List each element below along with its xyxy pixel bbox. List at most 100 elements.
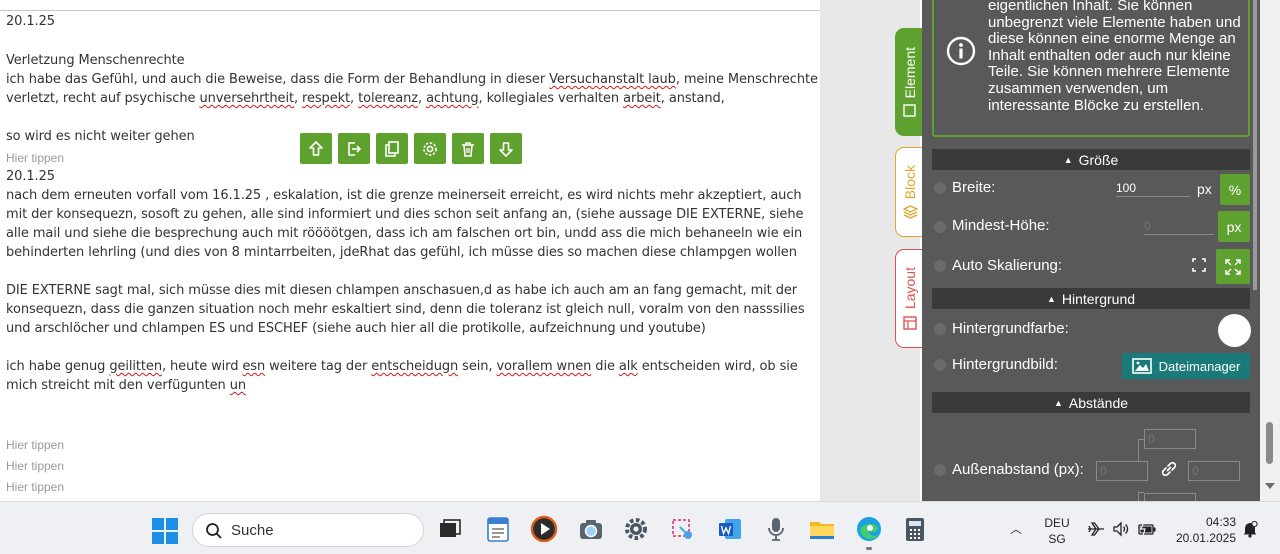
notification-bell-icon[interactable]: [1242, 520, 1258, 538]
snipping-tool-icon[interactable]: [668, 515, 696, 543]
text-line[interactable]: behinderten lehrling (und dies von 8 min…: [6, 245, 797, 260]
margin-right-input[interactable]: [1188, 461, 1240, 481]
bg-color-label: Hintergrundfarbe:: [952, 320, 1069, 337]
editor-canvas[interactable]: 20.1.25 Verletzung Menschenrechte ich ha…: [0, 0, 820, 501]
text-span: verletzt, recht auf psychische: [6, 91, 200, 106]
tray-chevron-up-icon[interactable]: ︿: [1010, 520, 1022, 537]
width-input[interactable]: [1116, 179, 1190, 197]
text-line-date[interactable]: 20.1.25: [6, 14, 55, 29]
caret-up-icon: ▲: [1053, 397, 1063, 408]
text-line[interactable]: und arschlöcher und chlampen ES und ESCH…: [6, 321, 706, 336]
section-background-header[interactable]: ▲ Hintergrund: [932, 288, 1250, 309]
type-here-placeholder[interactable]: Hier tippen: [6, 438, 64, 452]
misspelled-word[interactable]: esn: [242, 359, 265, 374]
layout-icon: [903, 315, 917, 330]
link-icon[interactable]: [1160, 460, 1178, 478]
active-app-indicator: [866, 547, 872, 550]
margin-top-input[interactable]: [1144, 429, 1196, 449]
misspelled-word[interactable]: Versuchanstalt laub: [549, 72, 676, 87]
notepad-app-icon[interactable]: [484, 515, 512, 543]
arrow-down-icon: [499, 141, 513, 157]
misspelled-word[interactable]: geilitten: [109, 359, 162, 374]
help-icon[interactable]: [934, 464, 946, 476]
windows-start-icon[interactable]: [152, 518, 178, 544]
text-line[interactable]: mich streicht mit den verfügunten un: [6, 378, 246, 393]
battery-icon[interactable]: [1138, 521, 1156, 537]
px-unit-button[interactable]: px: [1218, 211, 1250, 242]
text-line[interactable]: mit der konsequezn, sosoft zu gehen, all…: [6, 207, 803, 222]
tab-block[interactable]: Block: [895, 147, 924, 237]
system-clock[interactable]: 04:33 20.01.2025: [1170, 514, 1236, 546]
camera-app-icon[interactable]: [577, 515, 605, 543]
bg-color-swatch[interactable]: [1218, 314, 1251, 347]
text-line-date[interactable]: 20.1.25: [6, 169, 55, 184]
misspelled-word[interactable]: respekt: [302, 91, 350, 106]
text-line[interactable]: DIE EXTERNE sagt mal, sich müsse dies mi…: [6, 283, 797, 298]
margin-bottom-input[interactable]: [1144, 493, 1196, 501]
type-here-placeholder[interactable]: Hier tippen: [6, 459, 64, 473]
move-up-button[interactable]: [300, 133, 332, 164]
misspelled-word[interactable]: unversehrtheit: [199, 91, 294, 106]
taskbar-search[interactable]: Suche: [192, 513, 424, 547]
edge-browser-icon[interactable]: [855, 515, 883, 543]
text-line-heading[interactable]: Verletzung Menschenrechte: [6, 53, 185, 68]
delete-block-button[interactable]: [452, 133, 484, 164]
misspelled-word[interactable]: vorallem wnen: [496, 359, 591, 374]
shrink-icon[interactable]: [1192, 258, 1206, 272]
airplane-mode-icon[interactable]: [1087, 521, 1105, 537]
help-icon[interactable]: [934, 221, 946, 233]
media-player-icon[interactable]: [530, 515, 558, 543]
margin-left-input[interactable]: [1096, 461, 1148, 481]
duplicate-block-button[interactable]: [376, 133, 408, 164]
task-view-icon[interactable]: [436, 515, 464, 543]
clock-date: 20.01.2025: [1175, 531, 1236, 545]
tab-layout[interactable]: Layout: [895, 249, 924, 348]
section-size-header[interactable]: ▲ Größe: [932, 149, 1250, 170]
help-icon[interactable]: [934, 182, 946, 194]
text-line[interactable]: ich habe das Gefühl, und auch die Beweis…: [6, 72, 818, 87]
misspelled-word[interactable]: achtung: [426, 91, 479, 106]
block-settings-button[interactable]: [414, 133, 446, 164]
help-icon[interactable]: [934, 323, 946, 335]
section-spacing-header[interactable]: ▲ Abstände: [932, 392, 1250, 413]
text-line[interactable]: nach dem erneuten vorfall vom 16.1.25 , …: [6, 188, 802, 203]
help-icon[interactable]: [934, 260, 946, 272]
calculator-app-icon[interactable]: [901, 515, 929, 543]
tab-element[interactable]: Element: [895, 28, 924, 136]
type-here-placeholder[interactable]: Hier tippen: [6, 151, 64, 165]
scrollbar-thumb[interactable]: [1266, 422, 1273, 464]
text-span: weitere tag der: [265, 359, 372, 374]
min-height-input[interactable]: [1144, 217, 1214, 235]
arrow-up-icon: [309, 140, 323, 156]
misspelled-word[interactable]: un: [230, 378, 246, 393]
section-size-label: Größe: [1078, 151, 1119, 168]
settings-app-icon[interactable]: [622, 515, 650, 543]
text-line[interactable]: ich habe genug geilitten, heute wird esn…: [6, 359, 798, 374]
language-indicator[interactable]: DEU SG: [1044, 515, 1070, 547]
volume-icon[interactable]: [1112, 521, 1130, 537]
misspelled-word[interactable]: alk: [619, 359, 638, 374]
language-code: DEU: [1044, 516, 1070, 530]
help-icon[interactable]: [934, 359, 946, 371]
text-line[interactable]: alle mail und siehe die besprechung auch…: [6, 226, 802, 241]
type-here-placeholder[interactable]: Hier tippen: [6, 480, 64, 494]
percent-unit-button[interactable]: %: [1220, 174, 1250, 205]
misspelled-word[interactable]: arbeit: [623, 91, 661, 106]
text-line[interactable]: konsequezn, dass die ganzen situation no…: [6, 302, 805, 317]
file-explorer-icon[interactable]: [808, 515, 836, 543]
move-down-button[interactable]: [490, 133, 522, 164]
voice-recorder-icon[interactable]: [762, 515, 790, 543]
word-app-icon[interactable]: [716, 515, 744, 543]
page-scrollbar[interactable]: [1260, 0, 1280, 501]
scroll-down-arrow-icon[interactable]: [1265, 483, 1275, 489]
export-block-button[interactable]: [338, 133, 370, 164]
file-manager-button[interactable]: Dateimanager: [1122, 353, 1250, 379]
text-line[interactable]: verletzt, recht auf psychische unversehr…: [6, 91, 725, 106]
expand-button[interactable]: [1216, 249, 1250, 284]
text-span: ,: [417, 91, 427, 106]
misspelled-word[interactable]: tolereanz: [358, 91, 418, 106]
tab-element-label: Element: [901, 46, 918, 99]
panel-scrollbar-thumb[interactable]: [1253, 0, 1257, 290]
text-line[interactable]: so wird es nicht weiter gehen: [6, 129, 195, 144]
misspelled-word[interactable]: entscheidugn: [371, 359, 458, 374]
